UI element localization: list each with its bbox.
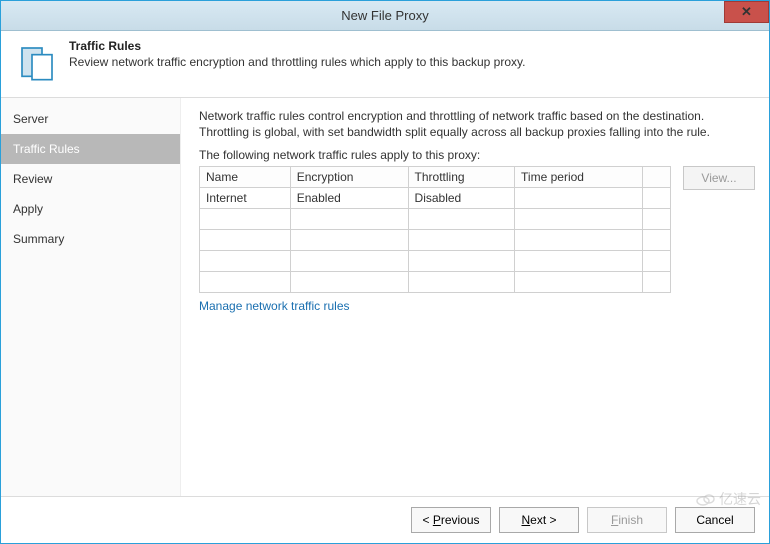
sidebar-item-server[interactable]: Server xyxy=(1,104,180,134)
titlebar: New File Proxy ✕ xyxy=(1,1,769,31)
manage-rules-link[interactable]: Manage network traffic rules xyxy=(199,299,755,313)
next-button[interactable]: Next > xyxy=(499,507,579,533)
sidebar-item-summary[interactable]: Summary xyxy=(1,224,180,254)
header-subtitle: Review network traffic encryption and th… xyxy=(69,55,525,69)
table-row-empty xyxy=(200,272,671,293)
table-cell xyxy=(643,188,671,209)
header-title: Traffic Rules xyxy=(69,39,525,53)
column-header[interactable]: Time period xyxy=(515,167,643,188)
proxy-icon xyxy=(13,39,61,87)
close-button[interactable]: ✕ xyxy=(724,1,769,23)
wizard-header: Traffic Rules Review network traffic enc… xyxy=(1,31,769,98)
column-header[interactable]: Name xyxy=(200,167,291,188)
wizard-sidebar: ServerTraffic RulesReviewApplySummary xyxy=(1,98,181,496)
previous-button[interactable]: < Previous xyxy=(411,507,491,533)
view-button: View... xyxy=(683,166,755,190)
table-row-empty xyxy=(200,230,671,251)
column-header-blank xyxy=(643,167,671,188)
finish-button: Finish xyxy=(587,507,667,533)
column-header[interactable]: Throttling xyxy=(408,167,515,188)
table-label: The following network traffic rules appl… xyxy=(199,148,755,162)
sidebar-item-traffic-rules[interactable]: Traffic Rules xyxy=(1,134,180,164)
table-cell: Internet xyxy=(200,188,291,209)
column-header[interactable]: Encryption xyxy=(290,167,408,188)
table-cell: Disabled xyxy=(408,188,515,209)
sidebar-item-review[interactable]: Review xyxy=(1,164,180,194)
wizard-window: New File Proxy ✕ Traffic Rules Review ne… xyxy=(0,0,770,544)
close-icon: ✕ xyxy=(741,4,752,20)
table-row-empty xyxy=(200,251,671,272)
main-panel: Network traffic rules control encryption… xyxy=(181,98,769,496)
table-row[interactable]: InternetEnabledDisabled xyxy=(200,188,671,209)
table-row-empty xyxy=(200,209,671,230)
sidebar-item-apply[interactable]: Apply xyxy=(1,194,180,224)
table-cell xyxy=(515,188,643,209)
window-title: New File Proxy xyxy=(341,8,428,23)
traffic-rules-table[interactable]: NameEncryptionThrottlingTime period Inte… xyxy=(199,166,671,293)
wizard-body: ServerTraffic RulesReviewApplySummary Ne… xyxy=(1,98,769,496)
wizard-footer: < Previous Next > Finish Cancel xyxy=(1,496,769,543)
cancel-button[interactable]: Cancel xyxy=(675,507,755,533)
description-text: Network traffic rules control encryption… xyxy=(199,108,755,140)
table-cell: Enabled xyxy=(290,188,408,209)
